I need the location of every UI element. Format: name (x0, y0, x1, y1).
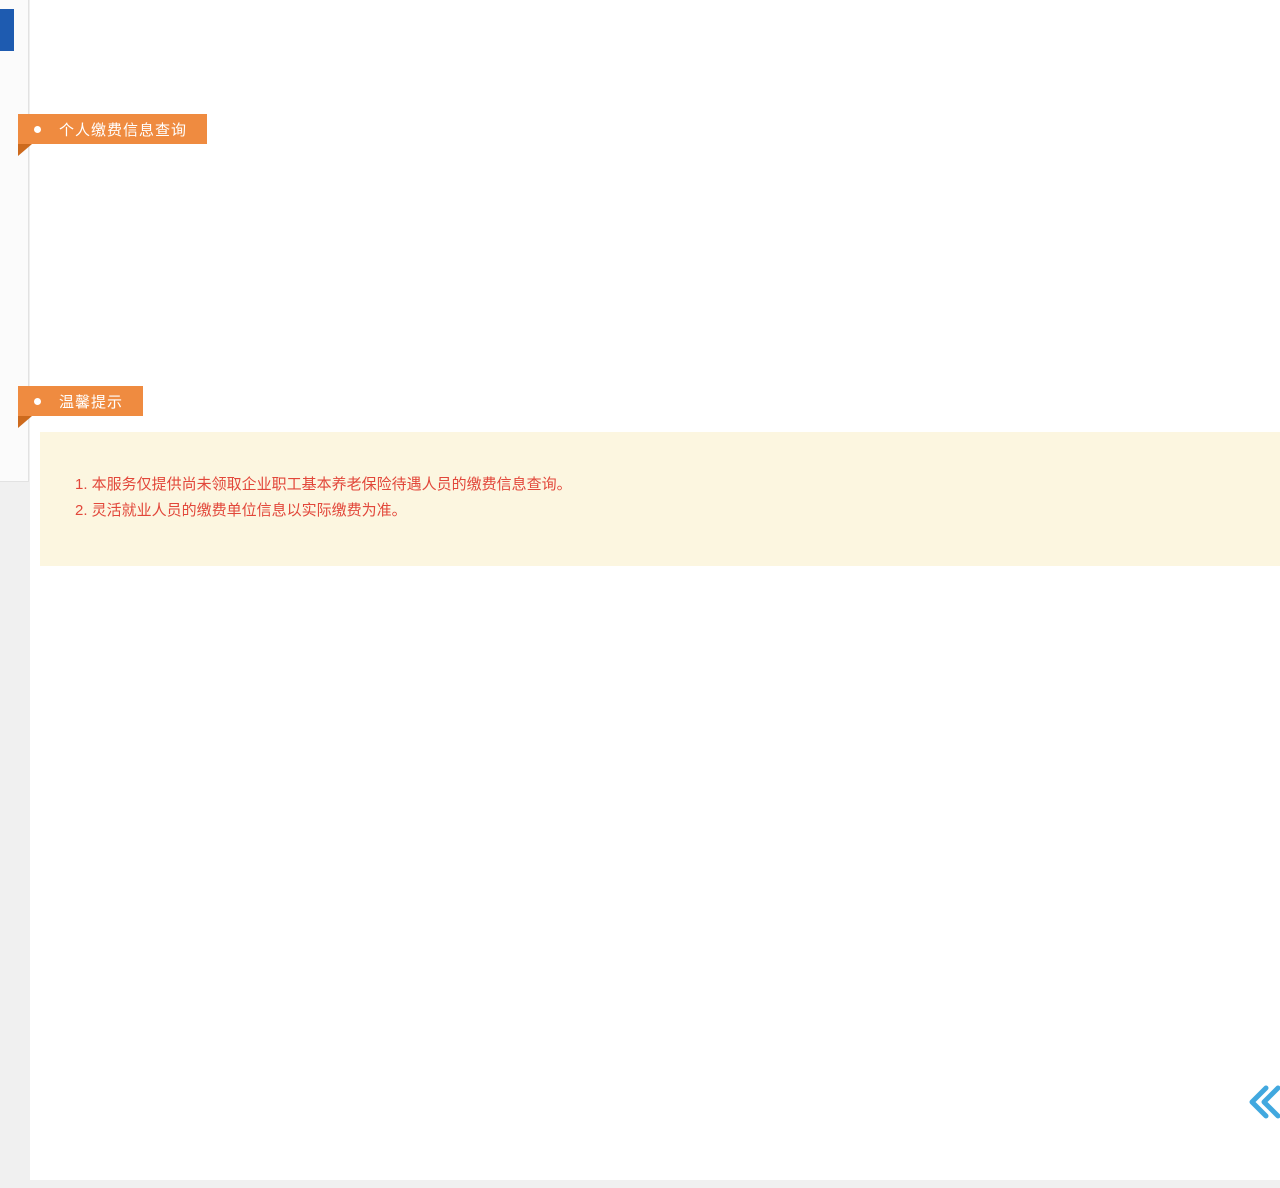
section-badge-label: 个人缴费信息查询 (59, 119, 187, 140)
notice-line: 1. 本服务仅提供尚未领取企业职工基本养老保险待遇人员的缴费信息查询。 (75, 472, 1280, 498)
notice-line: 2. 灵活就业人员的缴费单位信息以实际缴费为准。 (75, 498, 1280, 524)
sidebar-blue-tab (0, 9, 14, 51)
page: 企业职工基本养老保险缴费信息查询(试运行) 个人缴费信息查询 *姓名： *社会保… (0, 0, 1280, 1188)
section-badge-label: 温馨提示 (59, 391, 123, 412)
notice-box: 1. 本服务仅提供尚未领取企业职工基本养老保险待遇人员的缴费信息查询。 2. 灵… (40, 432, 1280, 566)
section-badge-tips: 温馨提示 (18, 386, 143, 416)
ribbon-fold (18, 416, 32, 428)
bullet-icon (34, 398, 41, 405)
ribbon-fold (18, 144, 32, 156)
main-panel (30, 0, 1280, 1180)
double-chevron-left-icon[interactable] (1244, 1082, 1280, 1122)
section-badge-query: 个人缴费信息查询 (18, 114, 207, 144)
bullet-icon (34, 126, 41, 133)
